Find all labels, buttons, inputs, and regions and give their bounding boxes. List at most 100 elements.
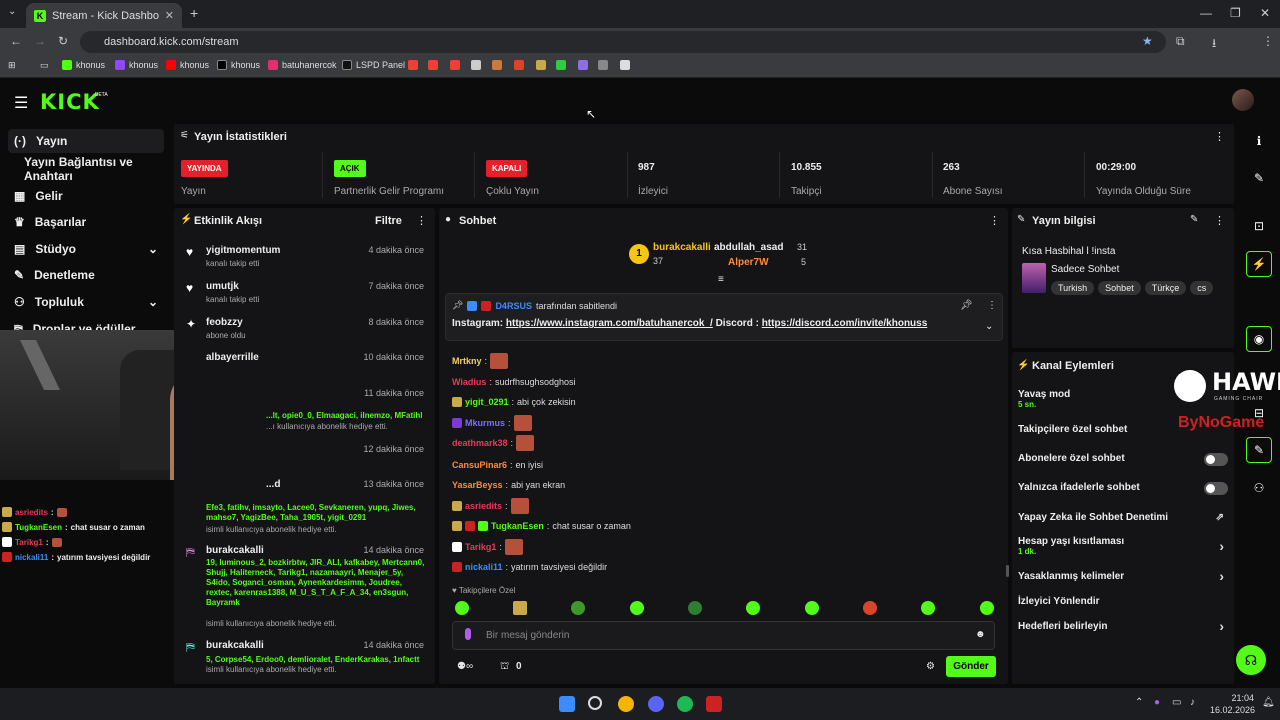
lightning-icon[interactable]: ⚡ xyxy=(1246,251,1272,277)
bookmark-item[interactable]: khonus xyxy=(62,60,105,70)
sidebar-item-stream-key[interactable]: Yayın Bağlantısı ve Anahtarı xyxy=(18,155,178,183)
account-age-row[interactable]: Hesap yaşı kısıtlaması 1 dk. › xyxy=(1018,536,1228,556)
banned-words-row[interactable]: Yasaklanmış kelimeler › xyxy=(1018,568,1228,584)
network-icon[interactable]: ▭ xyxy=(1172,697,1181,708)
extensions-icon[interactable]: ⧉ xyxy=(1176,34,1185,49)
emote-icon[interactable] xyxy=(863,601,877,615)
bookmark-icon[interactable] xyxy=(536,60,546,70)
minimize-icon[interactable]: — xyxy=(1200,6,1212,20)
new-tab-icon[interactable]: + xyxy=(190,5,198,21)
bookmark-icon[interactable] xyxy=(471,60,481,70)
emote-icon[interactable] xyxy=(455,601,469,615)
hamburger-menu-icon[interactable]: ☰ xyxy=(14,93,28,113)
bookmark-item[interactable]: khonus xyxy=(166,60,209,70)
kick-logo[interactable]: KICK xyxy=(40,90,100,114)
app-icon[interactable] xyxy=(706,696,722,712)
layout-icon[interactable]: ⊟ xyxy=(1246,400,1272,426)
expand-icon[interactable]: ≡ xyxy=(718,274,724,285)
bookmark-icon[interactable] xyxy=(556,60,566,70)
chat-menu-icon[interactable]: ⋮ xyxy=(989,214,1000,227)
sidebar-item-gelir[interactable]: ▦ Gelir xyxy=(8,184,164,208)
sidebar-item-denetleme[interactable]: ✎ Denetleme xyxy=(8,263,164,287)
close-tab-icon[interactable]: ✕ xyxy=(165,9,174,22)
ai-moderation-row[interactable]: Yapay Zeka ile Sohbet Denetimi ⇗ xyxy=(1018,512,1228,523)
community-icon[interactable]: ⚇ xyxy=(1246,475,1272,501)
capture-icon[interactable]: ⊡ xyxy=(1246,213,1272,239)
folder-icon[interactable]: ▭ xyxy=(40,60,49,71)
wrench-icon[interactable]: ✎ xyxy=(1246,437,1272,463)
info-icon[interactable]: ℹ xyxy=(1246,128,1272,154)
bookmark-icon[interactable] xyxy=(598,60,608,70)
emotes-only-row[interactable]: Yalnızca ifadelerle sohbet xyxy=(1018,482,1228,495)
activity-menu-icon[interactable]: ⋮ xyxy=(416,214,427,227)
pencil-icon[interactable]: ✎ xyxy=(1246,165,1272,191)
bookmark-item[interactable]: batuhanercok xyxy=(268,60,337,70)
reload-icon[interactable]: ↻ xyxy=(58,34,68,48)
instagram-link[interactable]: https://www.instagram.com/batuhanercok_/ xyxy=(506,318,713,329)
emote-icon[interactable] xyxy=(571,601,585,615)
download-icon[interactable]: ⭳ xyxy=(1212,34,1216,55)
clock-date[interactable]: 16.02.2026 xyxy=(1210,705,1255,715)
top-gifter-name[interactable]: burakcakalli xyxy=(653,242,711,253)
discord-link[interactable]: https://discord.com/invite/khonuss xyxy=(762,318,928,329)
pinned-menu-icon[interactable]: ⋮ xyxy=(987,300,997,311)
subscribers-chat-row[interactable]: Abonelere özel sohbet xyxy=(1018,453,1228,466)
third-gifter-name[interactable]: Alper7W xyxy=(728,257,769,268)
emote-icon[interactable] xyxy=(921,601,935,615)
emote-icon[interactable] xyxy=(630,601,644,615)
microphone-icon[interactable] xyxy=(465,628,471,640)
chrome-icon[interactable] xyxy=(618,696,634,712)
gmail-icon[interactable] xyxy=(428,60,438,70)
bookmark-icon[interactable] xyxy=(578,60,588,70)
bookmark-star-icon[interactable]: ★ xyxy=(1142,34,1153,48)
microphone-icon[interactable]: ● xyxy=(1154,697,1160,708)
gmail-icon[interactable] xyxy=(450,60,460,70)
tray-chevron-icon[interactable]: ⌃ xyxy=(1135,697,1143,708)
volume-icon[interactable]: ♪ xyxy=(1190,697,1195,708)
send-button[interactable]: Gönder xyxy=(946,656,996,677)
raid-row[interactable]: İzleyici Yönlendir xyxy=(1018,596,1228,607)
community-points-icon[interactable]: ⚉∞ xyxy=(457,661,473,672)
bookmark-item[interactable]: khonus xyxy=(115,60,158,70)
back-icon[interactable]: ← xyxy=(10,34,22,48)
chat-settings-icon[interactable]: ⚙ xyxy=(926,661,935,672)
tab-list-icon[interactable]: ⌄ xyxy=(8,6,16,17)
windows-start-icon[interactable] xyxy=(559,696,575,712)
user-avatar[interactable] xyxy=(1232,89,1254,111)
store-icon[interactable]: ⛫ xyxy=(500,661,509,674)
stream-info-menu-icon[interactable]: ⋮ xyxy=(1214,214,1225,227)
sidebar-item-basarilar[interactable]: ♛ Başarılar xyxy=(8,210,164,234)
apps-icon[interactable]: ⊞ xyxy=(8,60,16,71)
discord-icon[interactable] xyxy=(648,696,664,712)
bookmark-icon[interactable] xyxy=(514,60,524,70)
bookmark-item[interactable]: khonus xyxy=(217,60,260,70)
bookmark-icon[interactable] xyxy=(492,60,502,70)
clock-time[interactable]: 21:04 xyxy=(1214,693,1254,703)
gmail-icon[interactable] xyxy=(408,60,418,70)
chevron-down-icon[interactable]: ⌄ xyxy=(985,321,993,332)
spotify-icon[interactable] xyxy=(677,696,693,712)
chat-scrollbar[interactable] xyxy=(1006,565,1009,577)
chat-icon[interactable]: ◉ xyxy=(1246,326,1272,352)
sidebar-item-topluluk[interactable]: ⚇ Topluluk ⌄ xyxy=(8,290,164,314)
goals-row[interactable]: Hedefleri belirleyin › xyxy=(1018,618,1228,634)
browser-tab[interactable]: K Stream - Kick Dashboard ✕ xyxy=(26,3,182,28)
address-bar[interactable]: dashboard.kick.com/stream xyxy=(80,31,1166,53)
subscribers-toggle[interactable] xyxy=(1204,453,1228,466)
support-headset-icon[interactable]: ☊ xyxy=(1236,645,1266,675)
emote-icon[interactable] xyxy=(980,601,994,615)
forward-icon[interactable]: → xyxy=(34,34,46,48)
emotes-only-toggle[interactable] xyxy=(1204,482,1228,495)
stats-menu-icon[interactable]: ⋮ xyxy=(1214,130,1225,143)
emote-icon[interactable] xyxy=(513,601,527,615)
maximize-icon[interactable]: ❐ xyxy=(1230,6,1241,20)
emote-icon[interactable] xyxy=(746,601,760,615)
emote-icon[interactable] xyxy=(805,601,819,615)
sidebar-item-studyo[interactable]: ▤ Stüdyo ⌄ xyxy=(8,237,164,261)
sidebar-item-yayin[interactable]: (·) Yayın xyxy=(8,129,164,153)
emoji-icon[interactable]: ☻ xyxy=(975,629,986,640)
second-gifter-name[interactable]: abdullah_asad xyxy=(714,242,783,253)
filter-button[interactable]: Filtre xyxy=(375,215,402,227)
search-icon[interactable] xyxy=(588,696,602,710)
unpin-icon[interactable]: 📌︎ xyxy=(960,300,973,311)
